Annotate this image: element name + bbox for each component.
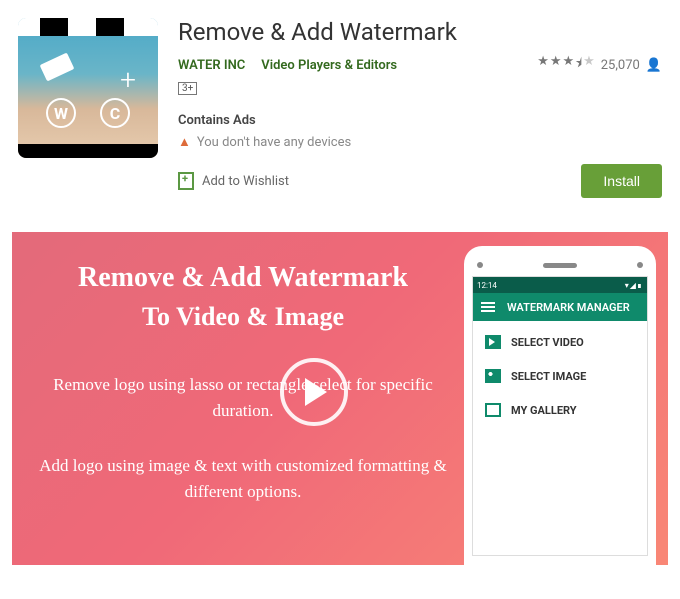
copyright-c-icon: C (100, 98, 130, 128)
menu-select-video: SELECT VIDEO (485, 335, 635, 349)
rating-count: 25,070 (601, 58, 640, 73)
promo-title-line2: To Video & Image (32, 302, 454, 332)
promo-desc-1: Remove logo using lasso or rectangle sel… (32, 372, 454, 423)
phone-statusbar: 12:14 ▾◢∎ (473, 277, 647, 293)
phone-camera-icon (477, 262, 483, 268)
add-to-wishlist-button[interactable]: Add to Wishlist (178, 172, 289, 190)
contains-ads-label: Contains Ads (178, 113, 662, 128)
plus-icon: + (120, 63, 136, 96)
phone-appbar: WATERMARK MANAGER (473, 293, 647, 321)
menu-label: SELECT VIDEO (511, 336, 584, 349)
menu-select-image: SELECT IMAGE (485, 369, 635, 383)
bookmark-add-icon (178, 172, 194, 190)
device-warning-text: You don't have any devices (197, 135, 351, 150)
menu-label: SELECT IMAGE (511, 370, 586, 383)
video-icon (485, 335, 501, 349)
phone-speaker-icon (543, 263, 577, 268)
developer-link[interactable]: WATER INC (178, 58, 245, 73)
watermark-w-icon: W (46, 98, 76, 128)
promo-desc-2: Add logo using image & text with customi… (32, 453, 454, 504)
hamburger-icon (481, 302, 495, 312)
eraser-icon (40, 53, 75, 82)
install-button[interactable]: Install (581, 164, 662, 198)
app-title: Remove & Add Watermark (178, 18, 662, 46)
promo-title-line1: Remove & Add Watermark (32, 262, 454, 294)
folder-icon (485, 403, 501, 417)
play-video-icon[interactable] (280, 358, 348, 426)
status-time: 12:14 (477, 281, 497, 290)
warning-icon: ▲ (178, 134, 191, 150)
menu-label: MY GALLERY (511, 404, 577, 417)
category-link[interactable]: Video Players & Editors (261, 58, 397, 73)
image-icon (485, 369, 501, 383)
icon-filmstrip-bottom (18, 144, 158, 158)
menu-my-gallery: MY GALLERY (485, 403, 635, 417)
age-rating-badge: 3+ (178, 82, 197, 95)
phone-mock: 12:14 ▾◢∎ WATERMARK MANAGER SELECT VIDEO… (464, 246, 656, 565)
wishlist-label: Add to Wishlist (202, 174, 289, 189)
promo-banner[interactable]: Remove & Add Watermark To Video & Image … (12, 232, 668, 565)
status-icons: ▾◢∎ (625, 281, 643, 290)
rating[interactable]: ★★★⯨★ 25,070 👤 (537, 54, 662, 76)
icon-filmstrip-top (18, 18, 158, 36)
stars-icon: ★★★⯨★ (537, 54, 595, 76)
person-icon: 👤 (646, 58, 662, 73)
appbar-title: WATERMARK MANAGER (507, 301, 630, 314)
app-icon[interactable]: + W C (18, 18, 158, 158)
phone-sensor-icon (637, 262, 643, 268)
